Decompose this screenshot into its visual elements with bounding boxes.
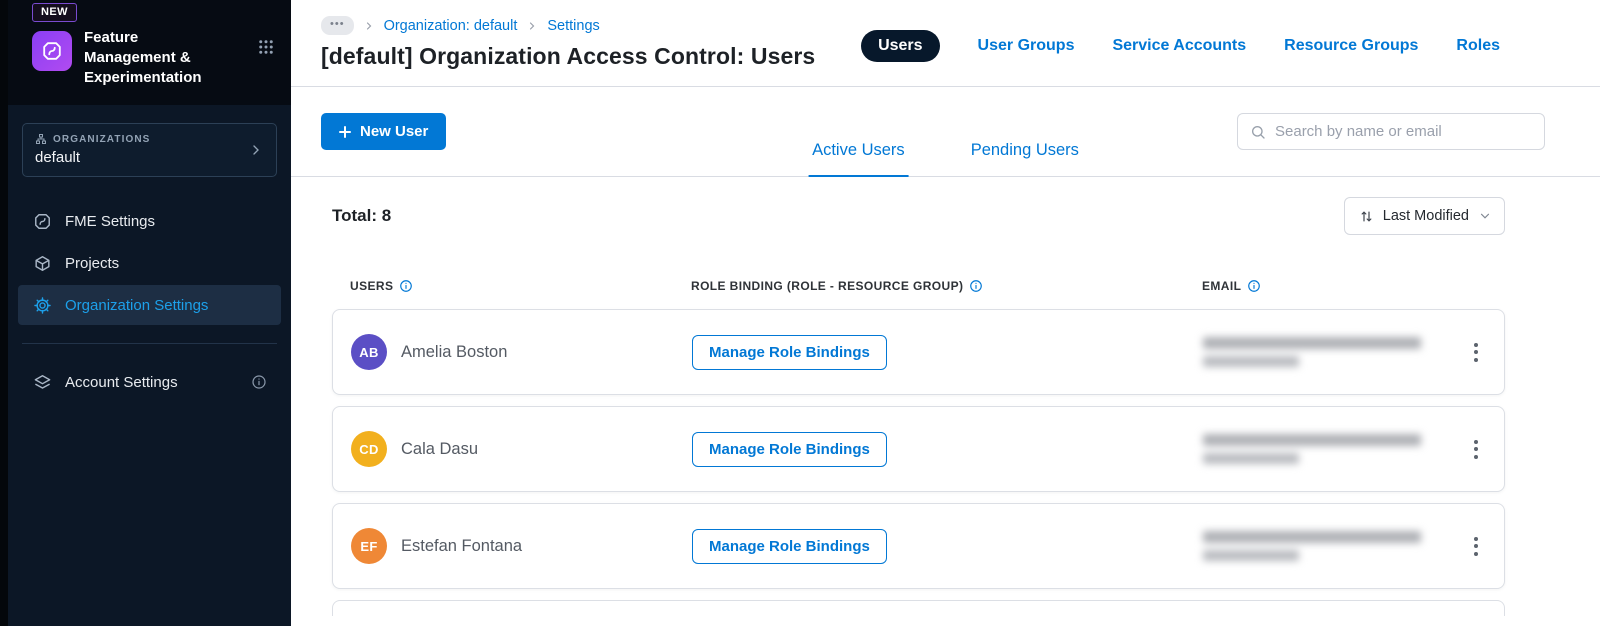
kebab-menu-icon[interactable]	[1466, 432, 1486, 467]
tab-pending-users[interactable]: Pending Users	[967, 141, 1083, 177]
organization-selector[interactable]: ORGANIZATIONS default	[22, 123, 277, 178]
redacted-email	[1203, 531, 1454, 561]
main-area: ••• Organization: default Settings [defa…	[291, 0, 1600, 626]
manage-role-bindings-button[interactable]: Manage Role Bindings	[692, 431, 887, 467]
organization-value: default	[35, 149, 81, 167]
table-row: AB Amelia Boston Manage Role Bindings	[332, 309, 1505, 395]
column-header-label: EMAIL	[1202, 279, 1242, 293]
organization-info: ORGANIZATIONS default	[35, 133, 151, 167]
info-circle-icon[interactable]	[399, 279, 413, 293]
column-header-role-binding: ROLE BINDING (ROLE - RESOURCE GROUP)	[691, 279, 1202, 293]
manage-role-bindings-button[interactable]: Manage Role Bindings	[692, 334, 887, 370]
chevron-right-icon	[248, 142, 264, 158]
sidebar-item-label: FME Settings	[65, 212, 156, 230]
sidebar-item-projects[interactable]: Projects	[18, 243, 281, 283]
tab-service-accounts[interactable]: Service Accounts	[1112, 37, 1246, 55]
redacted-email	[1203, 337, 1454, 367]
sort-dropdown-label: Last Modified	[1382, 208, 1469, 224]
column-header-label: ROLE BINDING (ROLE - RESOURCE GROUP)	[691, 279, 964, 293]
table-row-peek	[332, 600, 1505, 616]
user-name: Amelia Boston	[401, 342, 508, 361]
tab-active-users[interactable]: Active Users	[808, 141, 909, 177]
avatar: AB	[351, 334, 387, 370]
info-circle-icon[interactable]	[1247, 279, 1261, 293]
user-cell: AB Amelia Boston	[351, 334, 692, 370]
user-state-tabs: Active Users Pending Users	[808, 141, 1083, 177]
organizations-label: ORGANIZATIONS	[53, 133, 151, 145]
chevron-right-icon	[526, 20, 538, 32]
sidebar-item-organization-settings[interactable]: Organization Settings	[18, 285, 281, 326]
avatar: CD	[351, 431, 387, 467]
search-icon	[1250, 124, 1266, 140]
product-title: Feature Management & Experimentation	[84, 29, 202, 86]
plus-icon	[339, 125, 351, 138]
sidebar-item-account-settings[interactable]: Account Settings	[18, 362, 281, 402]
user-name: Estefan Fontana	[401, 536, 523, 555]
sidebar-item-fme-settings[interactable]: FME Settings	[18, 201, 281, 241]
collapsed-nav-strip	[0, 0, 8, 626]
column-header-users: USERS	[350, 279, 691, 293]
chevron-down-icon	[1478, 209, 1492, 223]
cube-icon	[32, 253, 52, 273]
gear-icon	[32, 295, 52, 315]
user-cell: EF Estefan Fontana	[351, 528, 692, 564]
apps-grid-icon[interactable]	[257, 38, 275, 61]
access-control-tabs: Users User Groups Service Accounts Resou…	[861, 30, 1500, 62]
avatar: EF	[351, 528, 387, 564]
page-header: ••• Organization: default Settings [defa…	[291, 0, 1600, 87]
sidebar-menu: FME Settings Projects Organization Setti…	[8, 201, 291, 402]
user-name: Cala Dasu	[401, 439, 479, 458]
new-badge: NEW	[32, 3, 77, 22]
table-row: EF Estefan Fontana Manage Role Bindings	[332, 503, 1505, 589]
sidebar-divider	[22, 343, 277, 345]
user-rows: AB Amelia Boston Manage Role Bindings CD…	[332, 309, 1505, 616]
manage-role-bindings-button[interactable]: Manage Role Bindings	[692, 528, 887, 564]
sidebar-header: NEW Feature Management & Experimentation	[8, 0, 291, 106]
tab-users[interactable]: Users	[861, 30, 940, 62]
tab-resource-groups[interactable]: Resource Groups	[1284, 37, 1418, 55]
table-header: USERS ROLE BINDING (ROLE - RESOURCE GROU…	[332, 279, 1505, 293]
column-header-email: EMAIL	[1202, 279, 1461, 293]
sidebar-item-label: Projects	[65, 254, 120, 272]
breadcrumb-ellipsis-button[interactable]: •••	[321, 16, 354, 35]
info-circle-icon[interactable]	[251, 374, 267, 390]
sidebar-item-label: Organization Settings	[65, 296, 209, 314]
tab-user-groups[interactable]: User Groups	[978, 37, 1075, 55]
total-row: Total: 8 Last Modified	[332, 197, 1505, 235]
search-input[interactable]	[1275, 123, 1532, 140]
users-content: Total: 8 Last Modified USERS ROLE BINDIN…	[291, 177, 1600, 626]
chevron-right-icon	[363, 20, 375, 32]
search-box	[1237, 113, 1545, 150]
sidebar: NEW Feature Management & Experimentation	[8, 0, 291, 626]
sort-dropdown[interactable]: Last Modified	[1343, 197, 1505, 235]
org-chart-icon	[35, 133, 47, 145]
kebab-menu-icon[interactable]	[1466, 529, 1486, 564]
column-header-label: USERS	[350, 279, 394, 293]
sidebar-item-label: Account Settings	[65, 373, 178, 391]
new-user-button[interactable]: New User	[321, 113, 447, 150]
brand: Feature Management & Experimentation	[24, 28, 275, 87]
breadcrumb-link-settings[interactable]: Settings	[547, 18, 599, 34]
toolbar: New User Active Users Pending Users	[291, 87, 1600, 177]
tab-roles[interactable]: Roles	[1456, 37, 1500, 55]
redacted-email	[1203, 434, 1454, 464]
table-row: CD Cala Dasu Manage Role Bindings	[332, 406, 1505, 492]
kebab-menu-icon[interactable]	[1466, 335, 1486, 370]
split-logo-icon	[32, 31, 72, 71]
breadcrumb-link-organization[interactable]: Organization: default	[384, 18, 518, 34]
sort-arrows-icon	[1359, 209, 1374, 224]
new-user-button-label: New User	[360, 123, 429, 140]
info-circle-icon[interactable]	[969, 279, 983, 293]
layers-icon	[32, 372, 52, 392]
fme-logo-icon	[32, 211, 52, 231]
total-count: Total: 8	[332, 206, 392, 225]
user-cell: CD Cala Dasu	[351, 431, 692, 467]
